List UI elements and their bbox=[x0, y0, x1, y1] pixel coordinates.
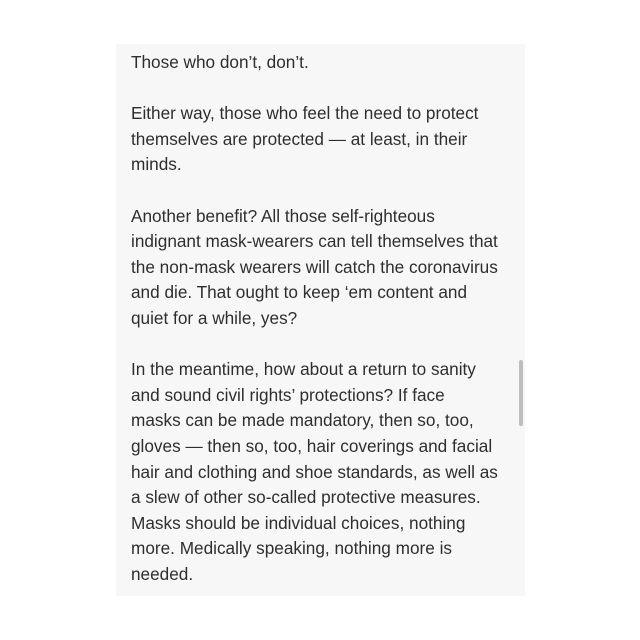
note-paragraph: Those who don’t, don’t. bbox=[131, 52, 309, 72]
note-paragraph: Another benefit? All those self-righteou… bbox=[131, 205, 498, 328]
note-body[interactable]: Those who don’t, don’t. Either way, thos… bbox=[131, 50, 521, 587]
note-paragraph: Either way, those who feel the need to p… bbox=[131, 103, 479, 175]
note-paragraph: In the meantime, how about a return to s… bbox=[131, 359, 498, 584]
note-panel[interactable]: Those who don’t, don’t. Either way, thos… bbox=[116, 44, 525, 596]
vertical-scrollbar-thumb[interactable] bbox=[519, 360, 523, 426]
